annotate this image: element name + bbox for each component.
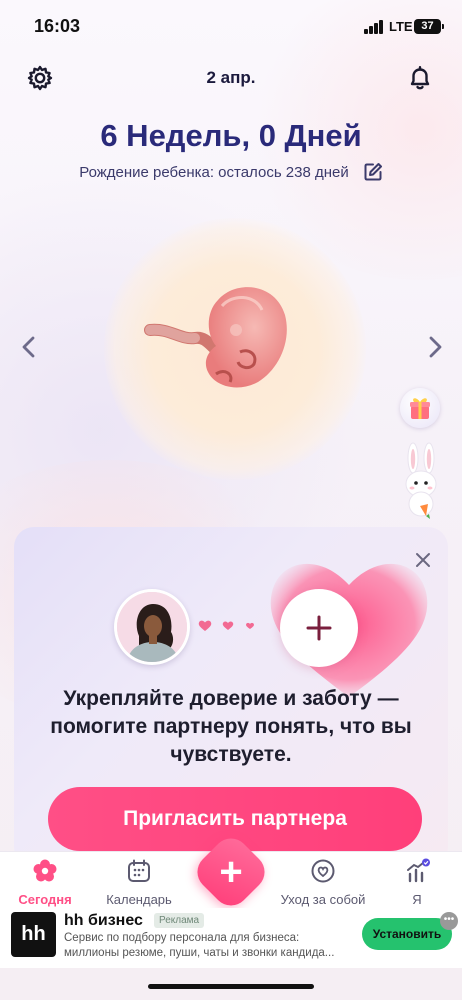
partner-card-message: Укрепляйте доверие и заботу — помогите п… — [50, 687, 412, 766]
due-date-text: Рождение ребенка: осталось 238 дней — [79, 163, 349, 181]
plus-icon — [306, 615, 332, 641]
tab-today[interactable]: Сегодня — [0, 858, 90, 907]
network-label: LTE — [389, 19, 413, 34]
user-avatar — [114, 589, 190, 665]
status-time: 16:03 — [34, 16, 81, 36]
due-date-row: Рождение ребенка: осталось 238 дней — [0, 162, 462, 182]
flower-icon — [33, 859, 57, 882]
hearts-connector-icon — [198, 620, 254, 631]
status-bar: 16:03 LTE 37 — [0, 0, 462, 54]
gift-button[interactable] — [400, 388, 440, 428]
ad-banner[interactable]: hh hh бизнес Реклама Сервис по подбору п… — [0, 908, 462, 968]
week-title: 6 Недель, 0 Дней — [100, 118, 362, 153]
previous-week-button[interactable] — [18, 334, 40, 360]
tab-calendar[interactable]: Календарь — [94, 858, 184, 907]
selfcare-icon — [311, 859, 335, 883]
battery-icon: 37 — [414, 19, 444, 34]
bunny-mascot-icon[interactable] — [396, 442, 446, 520]
tab-me[interactable]: Я — [372, 858, 462, 907]
ad-badge: Реклама — [154, 913, 205, 928]
home-indicator[interactable] — [148, 984, 314, 989]
plus-icon: + — [219, 850, 243, 894]
edit-due-date-button[interactable] — [363, 162, 383, 182]
ad-title: hh бизнес — [64, 912, 143, 929]
calendar-icon — [128, 859, 150, 882]
next-week-button[interactable] — [424, 334, 446, 360]
tab-label-calendar: Календарь — [106, 892, 172, 907]
partner-invite-card: Укрепляйте доверие и заботу — помогите п… — [14, 527, 448, 867]
header-date[interactable]: 2 апр. — [0, 68, 462, 88]
ad-install-button[interactable]: Установить — [362, 918, 452, 950]
signal-icon — [364, 20, 384, 34]
ad-description: Сервис по подбору персонала для бизнеса:… — [64, 932, 335, 959]
add-partner-button[interactable] — [280, 589, 358, 667]
gift-icon — [410, 398, 430, 419]
tab-label-today: Сегодня — [18, 892, 72, 907]
ad-logo: hh — [11, 912, 56, 957]
embryo-illustration[interactable] — [140, 270, 300, 420]
notifications-button[interactable] — [406, 64, 434, 92]
woman-avatar-icon — [117, 592, 187, 662]
profile-chart-icon — [407, 858, 430, 883]
tab-selfcare[interactable]: Уход за собой — [274, 858, 372, 907]
bell-icon — [410, 66, 430, 90]
close-icon[interactable] — [414, 551, 432, 569]
tab-label-selfcare: Уход за собой — [280, 892, 366, 907]
edit-icon — [364, 163, 382, 181]
more-icon[interactable]: ••• — [440, 912, 458, 930]
tab-label-me: Я — [412, 892, 422, 907]
